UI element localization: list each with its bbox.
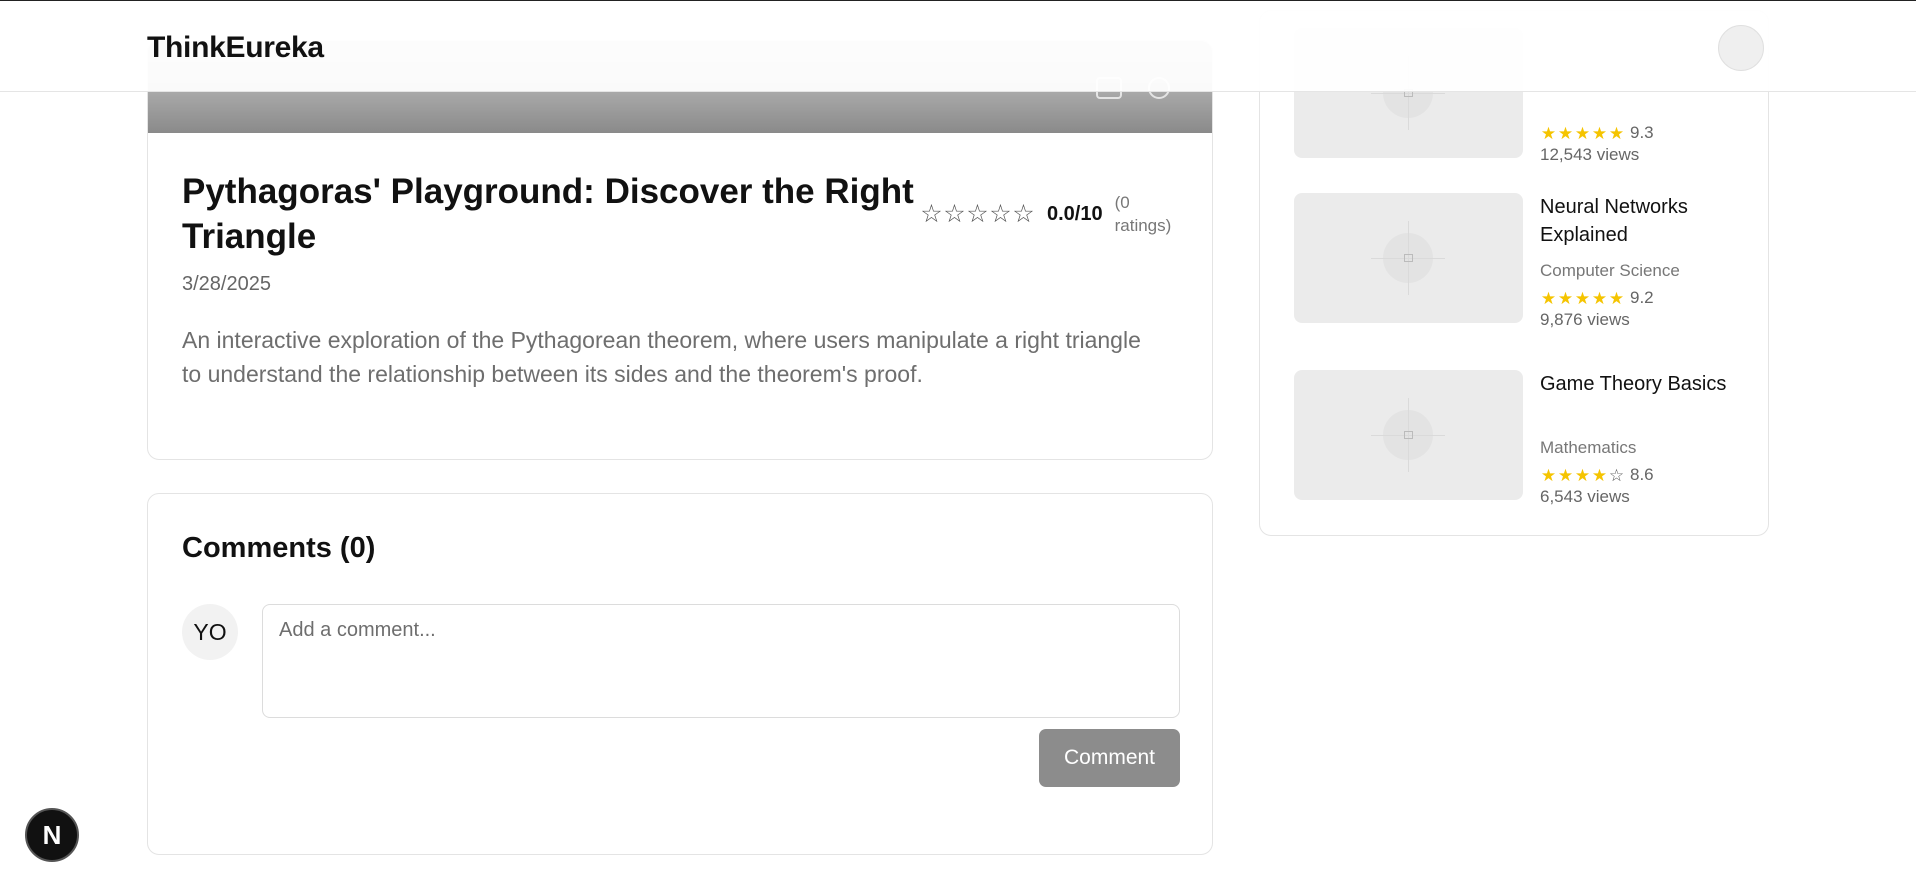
star-filled-icon: ★ [1540,288,1557,308]
star-filled-icon: ★ [1574,465,1591,485]
star-filled-icon: ★ [1591,288,1608,308]
related-item-rating: ★ ★ ★ ★ ☆ 8.6 [1540,465,1654,485]
thumbnail[interactable] [1294,370,1523,500]
related-item-title[interactable]: Game Theory Basics [1540,370,1740,398]
related-item[interactable]: Neural Networks Explained Computer Scien… [1294,193,1744,329]
star-filled-icon: ★ [1591,123,1608,143]
rating-count: (0 ratings) [1114,193,1172,235]
content-card: Pythagoras' Playground: Discover the Rig… [147,40,1213,460]
star-icon[interactable]: ☆ [966,201,989,227]
star-filled-icon: ★ [1540,123,1557,143]
star-icon[interactable]: ☆ [989,201,1012,227]
star-filled-icon: ★ [1540,465,1557,485]
related-item-title[interactable]: Neural Networks Explained [1540,193,1740,249]
related-item[interactable]: Game Theory Basics Mathematics ★ ★ ★ ★ ☆… [1294,370,1744,506]
related-item-views: 9,876 views [1540,310,1630,329]
star-icon[interactable]: ☆ [1012,201,1035,227]
comment-input[interactable] [262,604,1180,718]
image-placeholder-icon [1404,254,1413,262]
user-avatar[interactable] [1718,25,1764,71]
star-empty-icon: ☆ [1608,465,1625,485]
star-filled-icon: ★ [1557,123,1574,143]
star-icon[interactable]: ☆ [943,201,966,227]
star-filled-icon: ★ [1608,288,1625,308]
star-filled-icon: ★ [1557,465,1574,485]
page-title: Pythagoras' Playground: Discover the Rig… [182,172,914,256]
brand-logo[interactable]: ThinkEureka [147,31,324,65]
publish-date: 3/28/2025 [182,273,271,295]
description: An interactive exploration of the Pythag… [182,327,1141,387]
top-navigation-bar: ThinkEureka [0,0,1916,92]
comment-submit-button[interactable]: Comment [1039,729,1180,787]
related-item-views: 12,543 views [1540,145,1640,164]
related-item-score: 9.3 [1630,123,1654,142]
rating-score: 0.0/10 [1047,202,1103,225]
star-icon[interactable]: ☆ [920,201,943,227]
related-item-rating: ★ ★ ★ ★ ★ 9.3 [1540,123,1654,143]
related-item-score: 9.2 [1630,288,1654,307]
star-filled-icon: ★ [1608,123,1625,143]
related-item-category: Computer Science [1540,261,1680,280]
related-item-rating: ★ ★ ★ ★ ★ 9.2 [1540,288,1654,308]
related-item-category: Mathematics [1540,438,1637,457]
avatar: YO [182,604,238,660]
rating-widget: ☆ ☆ ☆ ☆ ☆ 0.0/10 (0 ratings) [920,191,1179,237]
dev-tools-button[interactable]: N [25,808,79,862]
related-item-score: 8.6 [1630,465,1654,484]
star-filled-icon: ★ [1591,465,1608,485]
star-filled-icon: ★ [1574,288,1591,308]
thumbnail[interactable] [1294,193,1523,323]
comments-section: Comments (0) YO Comment [147,493,1213,855]
star-filled-icon: ★ [1557,288,1574,308]
star-filled-icon: ★ [1574,123,1591,143]
related-item-views: 6,543 views [1540,487,1630,506]
comments-title: Comments (0) [182,532,376,564]
image-placeholder-icon [1404,431,1413,439]
